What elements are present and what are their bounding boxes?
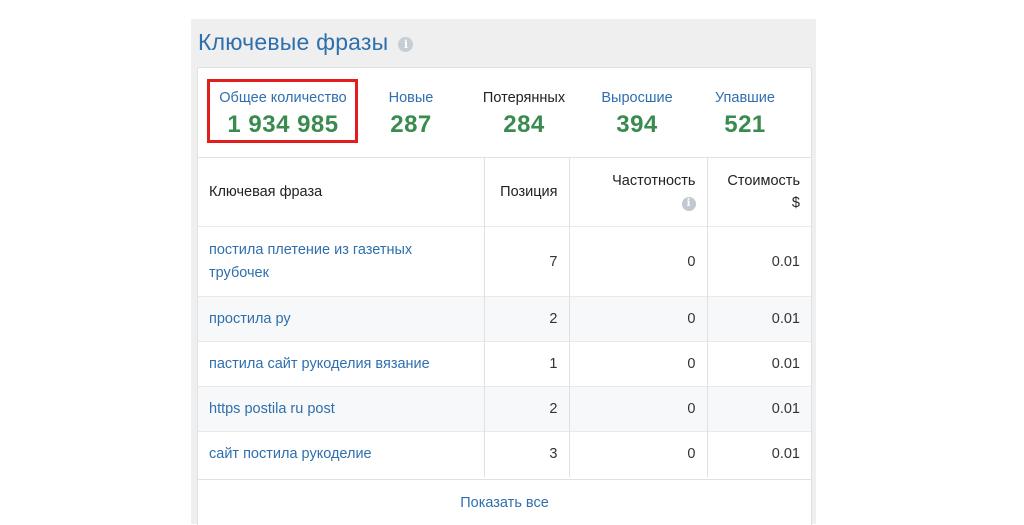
stat-label: Упавшие bbox=[715, 90, 775, 106]
stat-total[interactable]: Общее количество 1 934 985 bbox=[210, 90, 356, 139]
keyword-link[interactable]: сайт постила рукоделие bbox=[209, 446, 372, 462]
position-cell: 3 bbox=[484, 431, 570, 477]
keyword-phrases-panel: Ключевые фразы i Общее количество 1 934 … bbox=[191, 19, 816, 525]
table-header-row: Ключевая фраза Позиция Частотность i Сто… bbox=[198, 157, 811, 227]
table-row: https postila ru post 2 0 0.01 bbox=[198, 386, 811, 432]
keyword-cell: пастила сайт рукоделия вязание bbox=[198, 341, 485, 387]
cost-cell: 0.01 bbox=[707, 226, 811, 297]
position-cell: 2 bbox=[484, 296, 570, 342]
keyword-card: Общее количество 1 934 985 Новые 287 Пот… bbox=[197, 67, 812, 525]
col-header-position[interactable]: Позиция bbox=[484, 157, 570, 227]
stat-value: 1 934 985 bbox=[227, 111, 339, 138]
stat-value: 284 bbox=[503, 111, 545, 138]
stat-label: Потерянных bbox=[482, 90, 566, 106]
keyword-link[interactable]: https postila ru post bbox=[209, 401, 335, 417]
stat-label: Выросшие bbox=[601, 90, 673, 106]
position-cell: 1 bbox=[484, 341, 570, 387]
panel-title: Ключевые фразы bbox=[198, 29, 389, 55]
frequency-cell: 0 bbox=[569, 226, 708, 297]
position-cell: 7 bbox=[484, 226, 570, 297]
frequency-cell: 0 bbox=[569, 296, 708, 342]
keywords-table: Ключевая фраза Позиция Частотность i Сто… bbox=[198, 157, 811, 477]
cost-cell: 0.01 bbox=[707, 341, 811, 387]
info-icon[interactable]: i bbox=[398, 37, 414, 52]
frequency-cell: 0 bbox=[569, 431, 708, 477]
stat-label: Новые bbox=[388, 90, 434, 106]
keyword-cell: сайт постила рукоделие bbox=[198, 431, 485, 477]
table-row: постила плетение из газетных трубочек 7 … bbox=[198, 226, 811, 297]
stat-new[interactable]: Новые 287 bbox=[378, 90, 444, 139]
col-header-frequency-label: Частотность bbox=[612, 173, 696, 189]
col-header-frequency[interactable]: Частотность i bbox=[569, 157, 708, 227]
stat-grown[interactable]: Выросшие 394 bbox=[593, 90, 681, 139]
frequency-cell: 0 bbox=[569, 386, 708, 432]
col-header-keyword[interactable]: Ключевая фраза bbox=[198, 157, 485, 227]
col-header-cost-currency: $ bbox=[791, 195, 800, 211]
panel-header: Ключевые фразы i bbox=[198, 29, 414, 56]
cost-cell: 0.01 bbox=[707, 386, 811, 432]
frequency-cell: 0 bbox=[569, 341, 708, 387]
cost-cell: 0.01 bbox=[707, 431, 811, 477]
stat-value: 394 bbox=[616, 111, 658, 138]
stat-value: 521 bbox=[724, 111, 766, 138]
info-icon[interactable]: i bbox=[681, 197, 696, 212]
show-all-button[interactable]: Показать все bbox=[198, 479, 811, 525]
stat-lost: Потерянных 284 bbox=[476, 90, 572, 139]
position-cell: 2 bbox=[484, 386, 570, 432]
table-row: сайт постила рукоделие 3 0 0.01 bbox=[198, 431, 811, 477]
col-header-cost[interactable]: Стоимость $ bbox=[707, 157, 811, 227]
keyword-link[interactable]: постила плетение из газетных трубочек bbox=[209, 242, 412, 281]
cost-cell: 0.01 bbox=[707, 296, 811, 342]
col-header-cost-label: Стоимость bbox=[727, 173, 800, 189]
stat-fallen[interactable]: Упавшие 521 bbox=[708, 90, 782, 139]
table-row: пастила сайт рукоделия вязание 1 0 0.01 bbox=[198, 341, 811, 387]
keyword-link[interactable]: пастила сайт рукоделия вязание bbox=[209, 356, 430, 372]
keyword-link[interactable]: простила ру bbox=[209, 311, 291, 327]
stat-value: 287 bbox=[390, 111, 432, 138]
table-row: простила ру 2 0 0.01 bbox=[198, 296, 811, 342]
keyword-cell: простила ру bbox=[198, 296, 485, 342]
keyword-cell: постила плетение из газетных трубочек bbox=[198, 226, 485, 297]
stat-label: Общее количество bbox=[219, 90, 347, 106]
keyword-cell: https postila ru post bbox=[198, 386, 485, 432]
